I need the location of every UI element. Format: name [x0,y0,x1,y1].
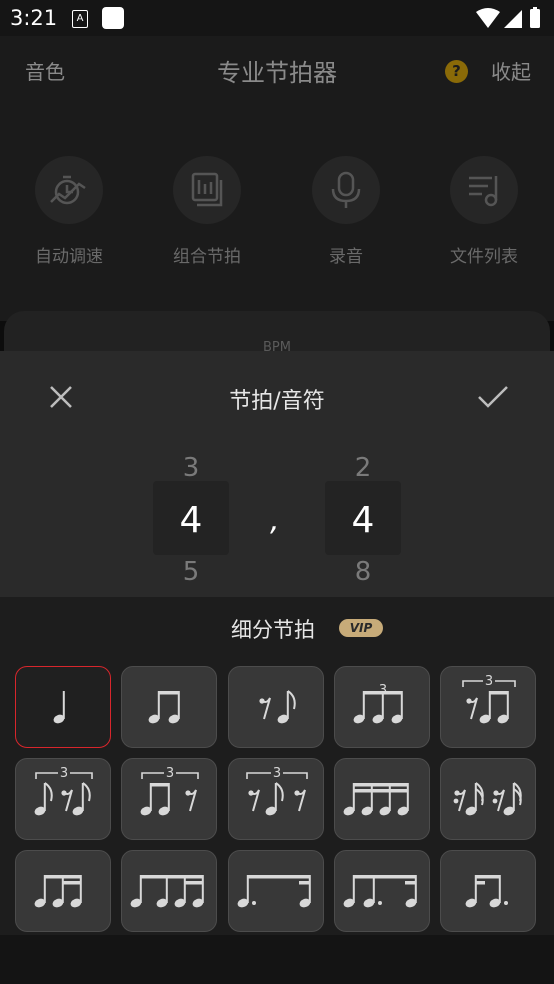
dotted-eighth-sixteenth-notation-icon [237,875,311,908]
wifi-icon [476,8,500,28]
picker-separator: , [270,503,280,538]
page-title: 专业节拍器 [217,59,337,87]
note-option-below[interactable]: 8 [325,557,401,587]
tool-record[interactable]: 录音 [286,156,406,267]
time-signature-sheet: 节拍/音符 3 4 5 , 2 4 8 [0,351,554,597]
subdivision-option-eighth-rest-eighth[interactable] [228,666,324,748]
keyboard-a-icon: A [72,10,88,28]
tool-label: 文件列表 [450,247,518,267]
tool-label: 录音 [329,247,363,267]
triplet-eighths-notation-icon: 3 [353,683,403,724]
subdivision-option-sixteenth-dotted-eighth[interactable] [440,850,536,932]
subdivision-option-eighth-two-sixteenths[interactable] [15,850,111,932]
status-time: 3:21 [10,6,58,30]
subdivision-option-quarter[interactable] [15,666,111,748]
quarter-notation-icon [53,691,65,724]
svg-text:3: 3 [60,766,68,781]
collapse-button[interactable]: 收起 [491,56,531,85]
combo-beat-icon [191,172,223,207]
subdivision-option-triplet-rest-eighth-rest[interactable]: 3 [228,758,324,840]
vip-badge: VIP [339,619,383,637]
eighth-two-sixteenths-notation-icon [34,875,82,908]
subdivision-option-dotted-eighth-sixteenth[interactable] [228,850,324,932]
subdivision-option-sixteenth-rests-sixteenths[interactable] [440,758,536,840]
top-bar: 音色 专业节拍器 ? 收起 [0,36,554,106]
cell-signal-icon [504,10,522,28]
tool-label: 组合节拍 [173,247,241,267]
subdivision-title: 细分节拍 [231,618,315,642]
auto-speed-icon [50,175,86,205]
tool-combo-beat[interactable]: 组合节拍 [147,156,267,267]
beats-selected[interactable]: 4 [153,500,229,541]
tool-row: 自动调速 组合节拍 录音 文件列表 [0,106,554,321]
subdivision-option-triplet-eighth-rest-eighth[interactable]: 3 [15,758,111,840]
quarter-eighth-two-sixteenths-notation-icon [130,875,204,908]
note-selected[interactable]: 4 [325,500,401,541]
eighth-rest-eighth-notation-icon [259,690,296,724]
file-list-icon [469,176,498,207]
signal-battery-icons [476,7,540,28]
four-sixteenths-notation-icon [343,783,409,816]
sixteenth-dotted-eighth-notation-icon [465,875,508,908]
subdivision-option-triplet-two-eighths-rest[interactable]: 3 [121,758,217,840]
check-icon[interactable] [477,383,509,411]
navigation-bar [0,935,554,984]
triplet-two-eighths-rest-notation-icon: 3 [140,765,199,816]
triplet-rest-eighth-rest-notation-icon: 3 [246,765,308,816]
beats-option-below[interactable]: 5 [153,557,229,587]
svg-text:3: 3 [273,766,281,781]
tool-auto-speed[interactable]: 自动调速 [9,156,129,267]
notification-square-icon [102,7,124,29]
tool-label: 自动调速 [35,247,103,267]
eighth-dotted-eighth-sixteenth-notation-icon [343,875,417,908]
beats-option-above[interactable]: 3 [153,453,229,483]
subdivision-option-triplet-rest-two-eighths[interactable]: 3 [440,666,536,748]
subdivision-panel: 细分节拍 VIP 3 3 3 3 3 [0,597,554,935]
note-option-above[interactable]: 2 [325,453,401,483]
status-bar: 3:21 A [0,0,554,36]
svg-text:3: 3 [485,674,493,689]
sixteenth-rests-sixteenths-notation-icon [453,782,522,816]
microphone-icon [331,171,361,208]
subdivision-option-four-sixteenths[interactable] [334,758,430,840]
triplet-eighth-rest-eighth-notation-icon: 3 [34,765,93,816]
svg-text:3: 3 [379,683,387,698]
subdivision-option-two-eighths[interactable] [121,666,217,748]
triplet-rest-two-eighths-notation-icon: 3 [462,673,516,724]
tool-file-list[interactable]: 文件列表 [424,156,544,267]
subdivision-option-eighth-dotted-eighth-sixteenth[interactable] [334,850,430,932]
two-eighths-notation-icon [148,691,180,724]
sheet-title: 节拍/音符 [229,389,325,414]
help-icon[interactable]: ? [445,60,468,83]
svg-text:3: 3 [166,766,174,781]
subdivision-option-quarter-eighth-two-sixteenths[interactable] [121,850,217,932]
battery-icon [530,9,540,28]
subdivision-option-triplet-eighths[interactable]: 3 [334,666,430,748]
